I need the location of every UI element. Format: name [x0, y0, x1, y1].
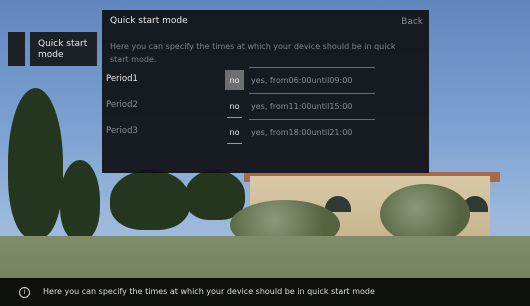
back-button[interactable]: Back	[401, 17, 423, 27]
period-toggle-no[interactable]: no	[225, 70, 244, 90]
divider	[249, 93, 375, 94]
period-label: Period2	[106, 100, 138, 110]
dialog-title: Quick start mode	[110, 16, 188, 26]
from-label: yes, from	[251, 127, 289, 137]
until-time: 15:00	[329, 101, 353, 111]
tree	[60, 160, 100, 240]
period-times[interactable]: yes, from 18:00 until 21:00	[249, 122, 375, 142]
period-toggle-no[interactable]: no	[225, 96, 244, 116]
quick-start-dialog: Quick start mode Back Here you can speci…	[102, 10, 429, 173]
from-time: 18:00	[288, 127, 312, 137]
period-label: Period1	[106, 74, 138, 84]
until-time: 09:00	[329, 75, 353, 85]
period-toggle-no[interactable]: no	[225, 122, 244, 142]
period-label: Period3	[106, 126, 138, 136]
period-row: Period2 no yes, from 11:00 until 15:00	[102, 93, 429, 118]
period-row: Period3 no yes, from 18:00 until 21:00	[102, 119, 429, 144]
from-time: 06:00	[288, 75, 312, 85]
tree	[110, 170, 190, 230]
info-text: Here you can specify the times at which …	[43, 287, 375, 296]
period-times[interactable]: yes, from 11:00 until 15:00	[249, 96, 375, 116]
until-time: 21:00	[329, 127, 353, 137]
sidebar-back-tab[interactable]	[8, 32, 25, 66]
dialog-description: Here you can specify the times at which …	[110, 42, 396, 64]
from-label: yes, from	[251, 101, 289, 111]
bush	[380, 184, 470, 244]
divider	[227, 143, 242, 144]
period-times[interactable]: yes, from 06:00 until 09:00	[249, 70, 375, 90]
from-label: yes, from	[251, 75, 289, 85]
divider	[249, 119, 375, 120]
tree	[8, 88, 63, 238]
until-label: until	[311, 127, 330, 137]
info-bar: i Here you can specify the times at whic…	[0, 278, 530, 306]
until-label: until	[311, 75, 330, 85]
info-icon: i	[19, 287, 30, 298]
divider	[227, 117, 242, 118]
period-row: Period1 no yes, from 06:00 until 09:00	[102, 67, 429, 90]
until-label: until	[311, 101, 330, 111]
from-time: 11:00	[288, 101, 312, 111]
divider	[249, 67, 375, 68]
sidebar-item-quick-start-mode[interactable]: Quick start mode	[30, 32, 97, 66]
sidebar-item-label: Quick start mode	[38, 39, 88, 60]
